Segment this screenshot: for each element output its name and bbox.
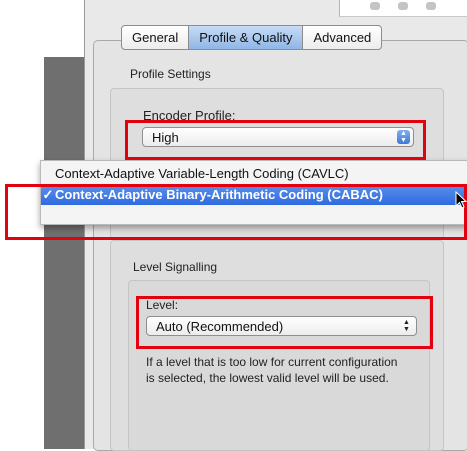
level-signalling-label: Level Signalling — [133, 260, 218, 274]
mouse-pointer-icon — [455, 191, 467, 209]
tab-bar: General Profile & Quality Advanced — [121, 25, 383, 50]
toolbar-dot-icon — [370, 2, 380, 10]
profile-settings-label: Profile Settings — [130, 67, 211, 81]
toolbar-dot-icon — [398, 2, 408, 10]
toolbar-dot-icon — [426, 2, 436, 10]
toolbar-corner — [339, 0, 467, 17]
level-help-text: If a level that is too low for current c… — [146, 355, 398, 385]
annotation-box-level — [136, 296, 433, 349]
tab-profile-quality[interactable]: Profile & Quality — [189, 26, 304, 49]
menu-item-label: Context-Adaptive Variable-Length Coding … — [55, 166, 349, 181]
sidebar-panel — [44, 57, 84, 449]
annotation-box-encoder — [125, 120, 426, 160]
tab-advanced[interactable]: Advanced — [303, 26, 381, 49]
tab-general[interactable]: General — [122, 26, 190, 49]
annotation-box-cabac — [5, 184, 467, 240]
menu-item-cavlc[interactable]: Context-Adaptive Variable-Length Coding … — [41, 164, 467, 184]
